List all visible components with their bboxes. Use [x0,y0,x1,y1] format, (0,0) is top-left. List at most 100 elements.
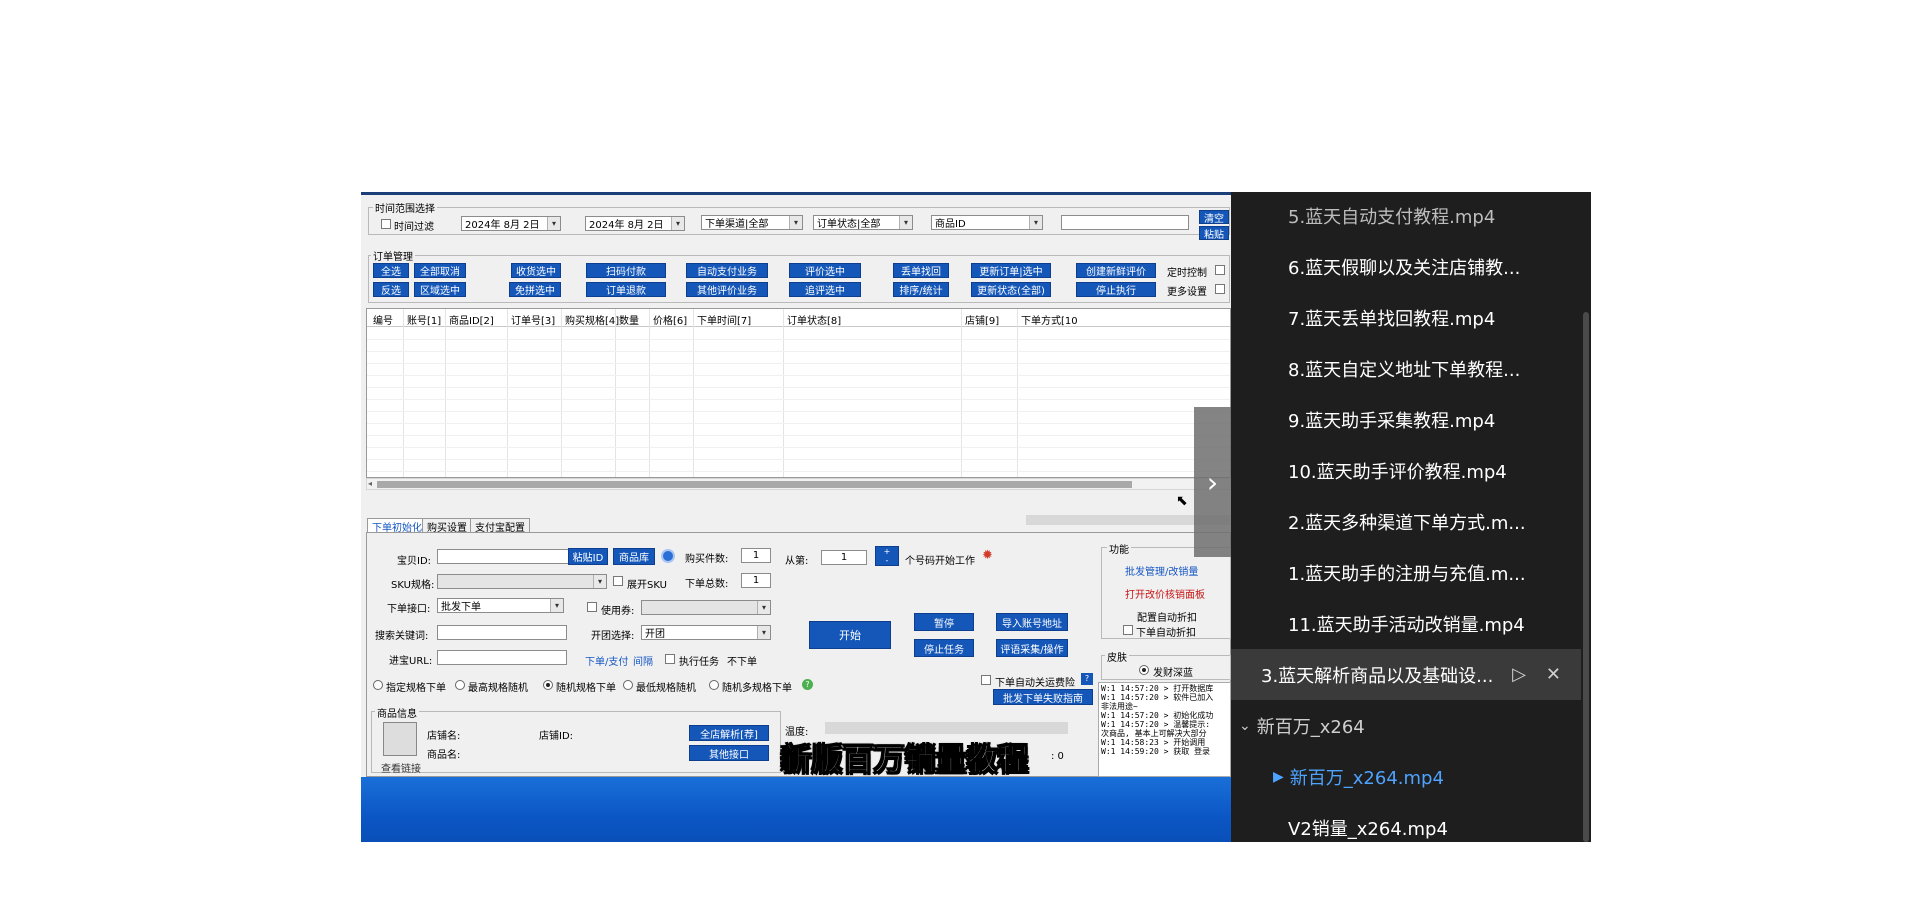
interval-label[interactable]: 间隔 [633,653,653,668]
skin-radio[interactable] [1139,665,1149,675]
playlist-item[interactable]: 11.蓝天助手活动改销量.mp4 [1231,598,1581,649]
paste-button[interactable]: 粘贴 [1199,226,1229,241]
playlist-scrollbar[interactable] [1583,312,1589,842]
order-action-button-row1-8[interactable]: 创建新鲜评价 [1076,263,1156,278]
shop-analyze-button[interactable]: 全店解析[荐] [689,725,769,741]
order-action-button-row1-7[interactable]: 更新订单|选中 [971,263,1051,278]
order-action-button-row1-1[interactable]: 全部取消 [414,263,466,278]
tab-0[interactable]: 下单初始化 [367,518,427,534]
help-icon[interactable]: ? [802,679,813,690]
order-action-button-row1-6[interactable]: 丢单找回 [893,263,949,278]
stepper[interactable]: + - [875,546,899,566]
more-settings-checkbox[interactable] [1215,284,1225,294]
order-action-button-row1-2[interactable]: 收货选中 [511,263,561,278]
exec-task-checkbox[interactable] [665,654,675,664]
chevron-down-icon[interactable]: ⌄ [1239,718,1251,734]
paste-id-button[interactable]: 粘贴ID [568,548,608,565]
playlist-panel[interactable]: 5.蓝天自动支付教程.mp4 6.蓝天假聊以及关注店铺教... 7.蓝天丢单找回教程… [1231,192,1591,842]
playlist-item[interactable]: 3.蓝天解析商品以及基础设... ▷ ✕ [1231,649,1581,700]
stop-task-button[interactable]: 停止任务 [914,639,974,657]
total-input[interactable]: 1 [741,573,771,588]
batch-manage-link[interactable]: 批发管理/改销量 [1125,563,1198,578]
stepper-up-icon[interactable]: + [876,547,898,556]
group-select[interactable]: 开团 ▾ [641,625,771,640]
tab-1[interactable]: 购买设置 [422,518,472,534]
column-header[interactable]: 价格[6] [653,312,687,327]
playlist-item[interactable]: 6.蓝天假聊以及关注店铺教... [1231,241,1581,292]
order-action-button-row2-4[interactable]: 其他评价业务 [686,282,768,297]
coupon-select[interactable]: ▾ [641,600,771,615]
playlist-folder[interactable]: ⌄ 新百万_x264 [1231,700,1581,751]
review-collect-button[interactable]: 评语采集/操作 [996,639,1068,657]
column-header[interactable]: 账号[1] [407,312,441,327]
sku-mode-radio[interactable] [455,680,465,690]
buy-count-input[interactable]: 1 [741,548,771,563]
tab-2[interactable]: 支付宝配置 [470,518,530,534]
column-header[interactable]: 店铺[9] [965,312,999,327]
time-filter-checkbox[interactable] [381,219,391,229]
order-action-button-row1-3[interactable]: 扫码付款 [586,263,666,278]
playlist-item[interactable]: 9.蓝天助手采集教程.mp4 [1231,394,1581,445]
open-panel-link[interactable]: 打开改价核销面板 [1125,586,1205,601]
sku-mode-radio[interactable] [623,680,633,690]
channel-select[interactable]: 下单渠道|全部 ▾ [701,215,803,230]
url-input[interactable] [437,650,567,665]
sku-mode-radio[interactable] [373,680,383,690]
order-auto-discount-checkbox[interactable] [1123,625,1133,635]
column-header[interactable]: 商品ID[2] [449,312,494,327]
gear-icon[interactable]: ✹ [982,548,993,563]
next-arrow-button[interactable]: › [1194,407,1231,557]
view-link-label[interactable]: 查看链接 [381,760,421,775]
column-header[interactable]: 数量 [619,312,639,327]
play-icon[interactable]: ▷ [1512,664,1526,685]
date-to-picker[interactable]: 2024年 8月 2日 ▾ [585,216,685,231]
column-header[interactable]: 下单时间[7] [697,312,751,327]
item-id-input[interactable] [437,549,584,564]
column-header[interactable]: 订单号[3] [511,312,555,327]
playlist-item[interactable]: V2销量_x264.mp4 [1231,802,1581,842]
scroll-left-icon[interactable]: ◂ [368,479,372,488]
scrollbar-thumb[interactable] [377,481,1132,488]
playlist-item[interactable]: 8.蓝天自定义地址下单教程... [1231,343,1581,394]
sku-mode-radio[interactable] [543,680,553,690]
order-pay-label[interactable]: 下单/支付 [585,653,628,668]
playlist-item[interactable]: ▶ 新百万_x264.mp4 [1231,751,1581,802]
order-action-button-row1-5[interactable]: 评价选中 [789,263,861,278]
product-lib-icon[interactable] [661,549,675,563]
date-from-picker[interactable]: 2024年 8月 2日 ▾ [461,216,561,231]
playlist-item[interactable]: 2.蓝天多种渠道下单方式.m... [1231,496,1581,547]
order-action-button-row2-1[interactable]: 区域选中 [414,282,466,297]
product-id-select[interactable]: 商品ID ▾ [931,215,1043,230]
stepper-down-icon[interactable]: - [876,556,898,565]
order-action-button-row1-4[interactable]: 自动支付业务 [686,263,768,278]
order-action-button-row2-3[interactable]: 订单退款 [586,282,666,297]
video-player[interactable]: 时间范围选择 时间过滤 2024年 8月 2日 ▾ 2024年 8月 2日 ▾ 下单… [361,192,1591,842]
column-header[interactable]: 下单方式[10 [1021,312,1078,327]
order-action-button-row1-0[interactable]: 全选 [373,263,409,278]
playlist-item[interactable]: 10.蓝天助手评价教程.mp4 [1231,445,1581,496]
order-status-select[interactable]: 订单状态|全部 ▾ [813,215,913,230]
coupon-checkbox[interactable] [587,602,597,612]
column-header[interactable]: 购买规格[4] [565,312,619,327]
import-address-button[interactable]: 导入账号地址 [996,613,1068,631]
pause-button[interactable]: 暂停 [914,613,974,631]
clear-button[interactable]: 清空 [1199,210,1229,225]
keyword-input[interactable] [437,625,567,640]
expand-sku-checkbox[interactable] [613,576,623,586]
sku-select[interactable]: ▾ [437,574,607,589]
sku-mode-radio[interactable] [709,680,719,690]
playlist-item[interactable]: 1.蓝天助手的注册与充值.m... [1231,547,1581,598]
order-action-button-row2-0[interactable]: 反选 [373,282,409,297]
order-action-button-row2-5[interactable]: 追评选中 [789,282,861,297]
from-input[interactable]: 1 [821,550,867,565]
other-api-button[interactable]: 其他接口 [689,745,769,761]
product-lib-button[interactable]: 商品库 [613,548,655,565]
order-action-button-row2-7[interactable]: 更新状态(全部) [971,282,1051,297]
fail-guide-button[interactable]: 批发下单失败指南 [993,689,1093,705]
timer-checkbox[interactable] [1215,265,1225,275]
auto-discount-label[interactable]: 配置自动折扣 [1137,609,1197,624]
playlist-item[interactable]: 7.蓝天丢单找回教程.mp4 [1231,292,1581,343]
column-header[interactable]: 编号 [373,312,393,327]
auto-close-checkbox[interactable] [981,675,991,685]
close-icon[interactable]: ✕ [1546,664,1561,685]
